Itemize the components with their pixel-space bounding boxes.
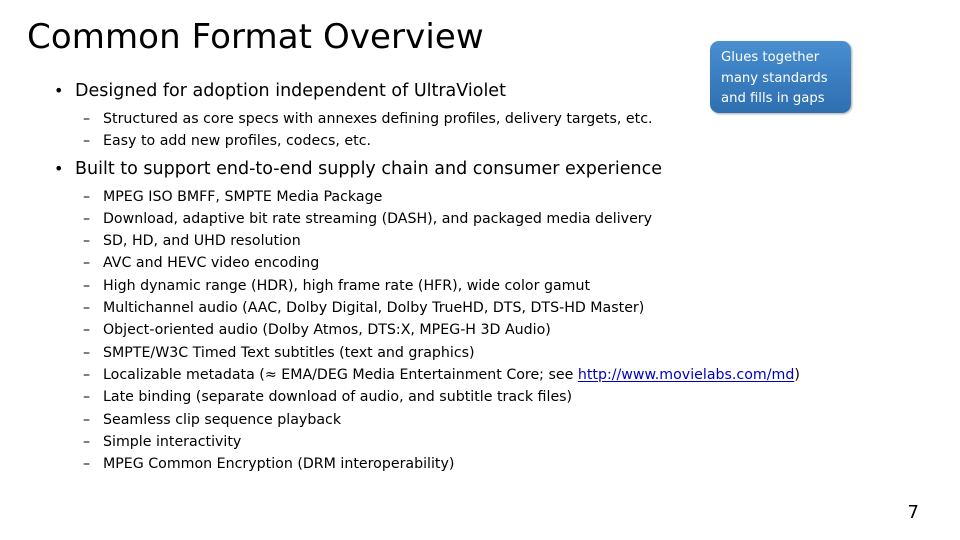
bullet-level2-text: Seamless clip sequence playback: [103, 411, 342, 428]
callout-line-1: Glues together: [721, 50, 820, 65]
bullet-level2-text: Download, adaptive bit rate streaming (D…: [103, 210, 653, 227]
bullet-level2-text: MPEG Common Encryption (DRM interoperabi…: [103, 456, 455, 473]
bullet-level2: – Object-oriented audio (Dolby Atmos, DT…: [0, 319, 700, 341]
bullet-level2-text: Object-oriented audio (Dolby Atmos, DTS:…: [103, 322, 551, 339]
bullet-level1: • Built to support end-to-end supply cha…: [0, 156, 700, 182]
bullet-dash-icon: –: [83, 188, 91, 205]
bullet-level2: – SMPTE/W3C Timed Text subtitles (text a…: [0, 342, 700, 364]
bullet-dash-icon: –: [83, 344, 91, 361]
slide: Common Format Overview • Designed for ad…: [0, 0, 960, 540]
bullet-level2: – Late binding (separate download of aud…: [0, 386, 700, 408]
glues-together-callout: Glues together many standards and fills …: [710, 41, 851, 113]
bullet-dash-icon: –: [83, 456, 91, 473]
bullet-level2-text: Late binding (separate download of audio…: [103, 389, 573, 406]
bullet-level2-text: SMPTE/W3C Timed Text subtitles (text and…: [103, 344, 475, 361]
bullet-dash-icon: –: [83, 300, 91, 317]
bullet-level2: – Structured as core specs with annexes …: [0, 108, 700, 130]
bullet-level2-text: High dynamic range (HDR), high frame rat…: [103, 277, 591, 294]
bullet-dash-icon: –: [83, 111, 91, 127]
bullet-level2: – AVC and HEVC video encoding: [0, 252, 700, 274]
bullet-level2: – Download, adaptive bit rate streaming …: [0, 208, 700, 230]
bullet-level2: – High dynamic range (HDR), high frame r…: [0, 275, 700, 297]
bullet-level2: – Simple interactivity: [0, 431, 700, 453]
bullet-level2-text: AVC and HEVC video encoding: [103, 255, 320, 272]
bullet-level2-text: Easy to add new profiles, codecs, etc.: [103, 133, 372, 150]
bullet-dash-icon: –: [83, 255, 91, 272]
bullet-dot-icon: •: [54, 158, 64, 178]
slide-body: • Designed for adoption independent of U…: [0, 78, 800, 475]
bullet-level2: – MPEG Common Encryption (DRM interopera…: [0, 453, 700, 475]
bullet-dash-icon: –: [83, 322, 91, 339]
callout-line-2: many standards: [721, 70, 828, 86]
bullet-dash-icon: –: [83, 366, 91, 383]
bullet-level1-text: Built to support end-to-end supply chain…: [75, 158, 662, 179]
bullet-level2-text: Simple interactivity: [103, 433, 242, 450]
bullet-dash-icon: –: [83, 411, 91, 428]
bullet-level2: – MPEG ISO BMFF, SMPTE Media Package: [0, 186, 700, 208]
bullet-level2-text: SD, HD, and UHD resolution: [103, 233, 301, 250]
bullet-dash-icon: –: [83, 433, 91, 450]
bullet-level2: – Seamless clip sequence playback: [0, 409, 700, 431]
bullet-dash-icon: –: [83, 277, 91, 294]
page-number: 7: [907, 502, 919, 523]
bullet-dash-icon: –: [83, 233, 91, 250]
bullet-level1: • Designed for adoption independent of U…: [0, 78, 700, 104]
movielabs-md-link[interactable]: http://www.movielabs.com/md: [578, 367, 795, 383]
link-item-prefix: Localizable metadata (≈ EMA/DEG Media En…: [103, 366, 578, 383]
bullet-level1-text: Designed for adoption independent of Ult…: [75, 81, 506, 101]
bullet-level2: – Multichannel audio (AAC, Dolby Digital…: [0, 297, 700, 319]
bullet-dash-icon: –: [83, 133, 91, 150]
callout-line-3: and fills in gaps: [721, 91, 825, 106]
bullet-dash-icon: –: [83, 210, 91, 227]
link-item-suffix: ): [794, 366, 800, 383]
bullet-level2-text: Structured as core specs with annexes de…: [103, 111, 653, 127]
bullet-level2: – SD, HD, and UHD resolution: [0, 230, 700, 252]
bullet-level2-text: Multichannel audio (AAC, Dolby Digital, …: [103, 300, 645, 317]
bullet-level2-with-link: – Localizable metadata (≈ EMA/DEG Media …: [0, 364, 800, 386]
bullet-level2: – Easy to add new profiles, codecs, etc.: [0, 130, 700, 152]
bullet-dot-icon: •: [54, 81, 64, 100]
page-title: Common Format Overview: [27, 17, 484, 57]
bullet-level2-text: MPEG ISO BMFF, SMPTE Media Package: [103, 188, 383, 205]
bullet-dash-icon: –: [83, 389, 91, 406]
